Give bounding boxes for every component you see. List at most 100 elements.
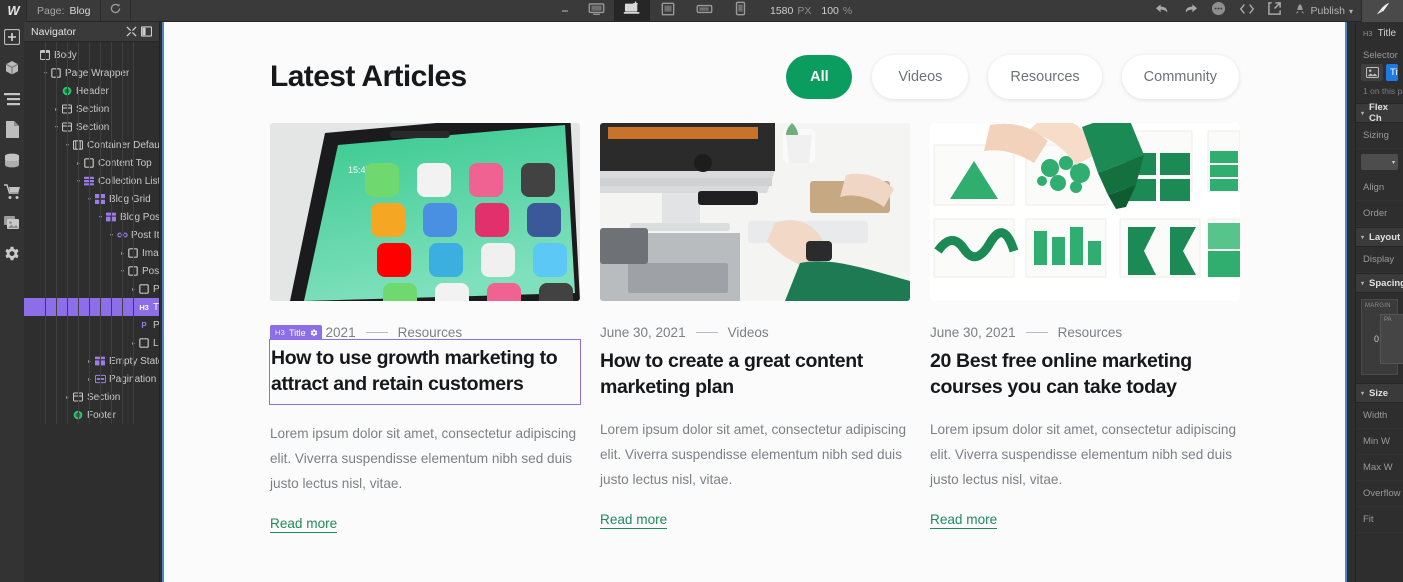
navigator-item-label: Post Co [153, 283, 159, 295]
prop-overflow: Overflow [1356, 481, 1403, 507]
meta-divider [1025, 332, 1048, 333]
filter-pill-label: All [810, 69, 829, 85]
tree-indent-guide [111, 42, 112, 424]
viewport-desktop[interactable] [578, 0, 614, 22]
page-canvas: Latest Articles All Videos Resources Commun… [162, 22, 1347, 582]
navigator-item-label: Blog Grid [109, 193, 151, 205]
selector-usage-note: 1 on this pa [1363, 86, 1403, 96]
webflow-designer: W Page: Blog 1580 PX 100 % Publish ▾ Nav… [0, 0, 1403, 582]
page-name-label: Blog [69, 4, 91, 17]
webflow-logo[interactable]: W [0, 0, 26, 22]
paragraph-icon: P [141, 320, 147, 330]
page-prefix-label: Page: [37, 4, 65, 17]
post-title-wrap[interactable]: How to create a great content marketing … [600, 348, 910, 400]
navigator-item-label: Collection List Wrap [98, 175, 159, 187]
chevron-down-icon: ▾ [1361, 280, 1365, 287]
navigator-item-label: Empty State [109, 355, 159, 367]
viewport-base[interactable] [614, 0, 650, 22]
selector-chip[interactable]: Tit [1386, 64, 1398, 81]
paintbrush-icon [1374, 1, 1392, 22]
smartphone-app-icons-photo[interactable]: 15:47 [270, 123, 580, 301]
blog-post-item[interactable]: June 30, 2021 Videos How to create a great… [600, 123, 910, 533]
share-button[interactable] [1261, 0, 1289, 22]
post-title[interactable]: How to use growth marketing to attract a… [270, 340, 580, 404]
add-elements-button[interactable] [3, 28, 21, 48]
prop-width-label: Width [1363, 410, 1388, 421]
ecommerce-button[interactable] [3, 183, 21, 205]
section-flex-child-title: Flex Ch [1369, 102, 1389, 124]
navigator-panel: Navigator Body▾Page WrapperHeader▸Sectio… [24, 22, 160, 582]
pages-button[interactable] [3, 121, 21, 141]
panel-toggle-icon[interactable] [139, 25, 154, 39]
collapse-all-icon[interactable] [124, 25, 139, 39]
margin-box[interactable]: MARGIN 0 PA 0 [1361, 299, 1403, 375]
padding-label: PA [1384, 317, 1392, 323]
viewport-mobile-portrait[interactable] [722, 0, 758, 22]
tree-indent-guide [67, 42, 68, 424]
undo-button[interactable] [1149, 0, 1177, 22]
components-button[interactable] [3, 60, 21, 81]
margin-left-value[interactable]: 0 [1374, 334, 1379, 344]
blog-post-item[interactable]: June 30, 2021 Resources 20 Best free onlin… [930, 123, 1240, 533]
prop-max-width-label: Max W [1363, 462, 1393, 473]
filter-pill-videos[interactable]: Videos [872, 55, 969, 99]
tablet-icon [660, 2, 676, 21]
filter-pill-resources[interactable]: Resources [988, 55, 1102, 99]
prop-sizing-label: Sizing [1363, 130, 1389, 141]
green-charts-marker-photo[interactable] [930, 123, 1240, 301]
navigator-item-label: Section [76, 121, 110, 133]
section-spacing[interactable]: ▾ Spacing [1356, 273, 1403, 293]
assets-button[interactable] [3, 216, 21, 234]
code-button[interactable] [1233, 0, 1261, 22]
refresh-button[interactable] [101, 0, 132, 22]
post-title[interactable]: How to create a great content marketing … [600, 348, 910, 400]
cube-icon [4, 60, 20, 81]
code-brackets-icon [1239, 2, 1255, 21]
viewport-tablet[interactable] [650, 0, 686, 22]
canvas-size-readout[interactable]: 1580 PX 100 % [758, 5, 852, 17]
gear-icon[interactable] [310, 328, 318, 337]
spacing-editor[interactable]: MARGIN 0 PA 0 [1356, 293, 1403, 383]
vertical-dots-icon[interactable] [552, 0, 578, 22]
prop-order-label: Order [1363, 208, 1388, 219]
section-layout[interactable]: ▾ Layout [1356, 227, 1403, 247]
filter-pill-community[interactable]: Community [1121, 55, 1239, 99]
filter-pill-label: Videos [898, 69, 943, 85]
read-more-link[interactable]: Read more [600, 512, 668, 529]
laptop-plus-icon [623, 1, 641, 21]
category-filters: All Videos Resources Community [786, 55, 1239, 99]
state-selector-icon[interactable] [1361, 64, 1383, 81]
post-title[interactable]: 20 Best free online marketing courses yo… [930, 348, 1240, 400]
post-title-wrap[interactable]: 20 Best free online marketing courses yo… [930, 348, 1240, 400]
canvas-width-value: 1580 [770, 5, 794, 17]
zoom-value: 100 [821, 5, 839, 17]
section-flex-child[interactable]: ▾ Flex Ch [1356, 102, 1403, 124]
post-title-wrap[interactable]: H3 Title How to use growth marketing to at… [269, 325, 581, 405]
style-panel: H3 Title Selector Tit 1 on this pa ▾ Fle… [1355, 22, 1403, 582]
filter-pill-all[interactable]: All [786, 55, 853, 99]
publish-button[interactable]: Publish ▾ [1289, 0, 1361, 22]
top-right-actions: Publish ▾ [1149, 0, 1403, 22]
top-toolbar: W Page: Blog 1580 PX 100 % Publish ▾ [0, 0, 1403, 22]
shopping-cart-icon [3, 183, 21, 205]
sizing-select[interactable]: ▾ [1361, 154, 1398, 170]
navigator-button[interactable] [3, 92, 21, 110]
monitor-icon [588, 2, 605, 21]
comments-button[interactable] [1205, 0, 1233, 22]
selected-element-badge[interactable]: H3 Title [270, 325, 322, 340]
blog-post-item[interactable]: 15:47June 30, 2021ResourcesH3TitleHow to… [269, 123, 581, 533]
redo-button[interactable] [1177, 0, 1205, 22]
padding-box[interactable]: PA 0 [1380, 314, 1403, 364]
settings-button[interactable] [3, 246, 21, 265]
blog-grid: 15:47 June 30, 2021 Resources H3 Title How to… [269, 123, 1240, 533]
post-summary: Lorem ipsum dolor sit amet, consectetur … [930, 422, 1236, 487]
style-panel-toggle[interactable] [1361, 0, 1403, 22]
tree-indent-guide [56, 42, 57, 424]
read-more-link[interactable]: Read more [270, 516, 338, 533]
desk-imac-hands-keyboard-photo[interactable] [600, 123, 910, 301]
read-more-link[interactable]: Read more [930, 512, 998, 529]
page-indicator[interactable]: Page: Blog [26, 0, 102, 22]
viewport-mobile-landscape[interactable] [686, 0, 722, 22]
section-size[interactable]: ▾ Size [1356, 383, 1403, 403]
cms-button[interactable] [3, 153, 21, 172]
